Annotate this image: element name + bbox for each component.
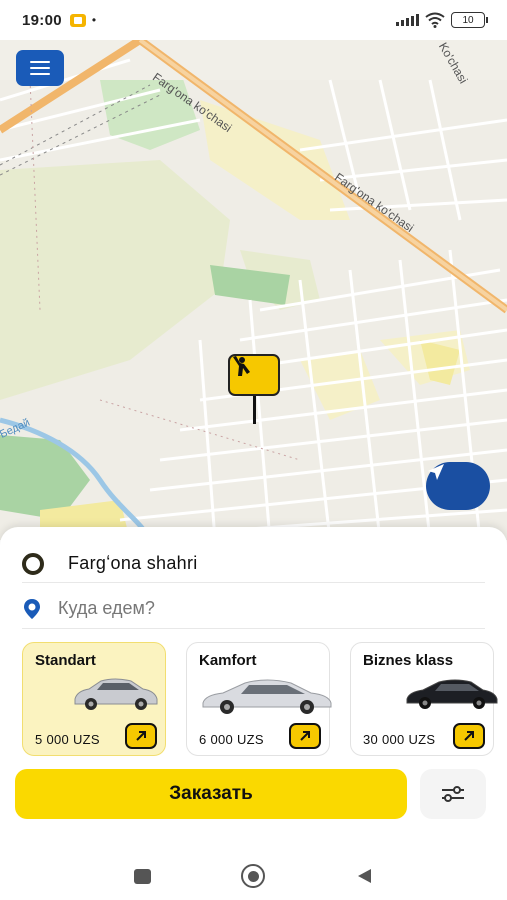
map-view[interactable]: Farg'ona ko'chasi Farg'ona ko'chasi Ko'c… — [0, 40, 507, 540]
home-icon[interactable] — [241, 864, 265, 888]
hailing-person-icon — [233, 356, 250, 376]
dot-icon: • — [91, 13, 97, 27]
my-location-button[interactable] — [426, 462, 490, 510]
navigation-arrow-icon — [428, 464, 444, 480]
location-pin-icon — [24, 598, 40, 619]
tariff-name: Standart — [35, 652, 96, 669]
signal-icon — [396, 14, 419, 26]
sedan-car-icon — [202, 679, 332, 714]
destination-field[interactable]: Куда едем? — [22, 589, 485, 629]
tariff-price: 6 000 UZS — [199, 732, 264, 747]
order-panel: Fargʻona shahri Куда едем? Standart 5 00… — [0, 527, 507, 857]
status-bar: 19:00 • 10 — [0, 0, 507, 40]
pickup-row[interactable]: Fargʻona shahri — [22, 545, 485, 583]
pickup-marker[interactable] — [228, 354, 280, 424]
tariff-card-standart[interactable]: Standart 5 000 UZS — [22, 642, 166, 756]
tariff-name: Biznes klass — [363, 652, 454, 669]
system-nav-bar — [0, 852, 507, 900]
tariff-name: Kamfort — [199, 652, 257, 669]
arrow-up-right-icon[interactable] — [453, 723, 485, 749]
ring-icon — [22, 552, 44, 575]
wifi-icon — [425, 12, 445, 28]
destination-placeholder: Куда едем? — [58, 598, 155, 618]
notification-icon — [69, 13, 86, 27]
back-icon[interactable] — [355, 867, 373, 885]
recents-icon[interactable] — [134, 868, 151, 884]
tariff-list: Standart 5 000 UZS Kamfort 6 000 UZS Biz… — [22, 642, 507, 758]
sedan-car-icon — [74, 678, 158, 710]
hamburger-icon — [30, 61, 50, 75]
sedan-car-icon — [406, 679, 498, 709]
tariff-card-biznes[interactable]: Biznes klass 30 000 UZS — [350, 642, 498, 756]
arrow-up-right-icon[interactable] — [125, 723, 157, 749]
app-screen: 19:00 • 10 Farg'ona ko'chasi Farg'ona ko… — [0, 0, 507, 900]
status-time: 19:00 — [22, 11, 62, 29]
arrow-up-right-icon[interactable] — [289, 723, 321, 749]
pickup-address: Fargʻona shahri — [68, 553, 198, 573]
sliders-icon — [442, 786, 464, 802]
tariff-price: 30 000 UZS — [363, 732, 436, 747]
filters-button[interactable] — [420, 769, 486, 819]
battery-level: 10 — [462, 14, 474, 26]
tariff-card-kamfort[interactable]: Kamfort 6 000 UZS — [186, 642, 332, 756]
menu-button[interactable] — [16, 50, 64, 86]
tariff-price: 5 000 UZS — [35, 732, 100, 747]
battery-icon: 10 — [451, 12, 488, 28]
order-button[interactable]: Заказать — [15, 769, 407, 819]
